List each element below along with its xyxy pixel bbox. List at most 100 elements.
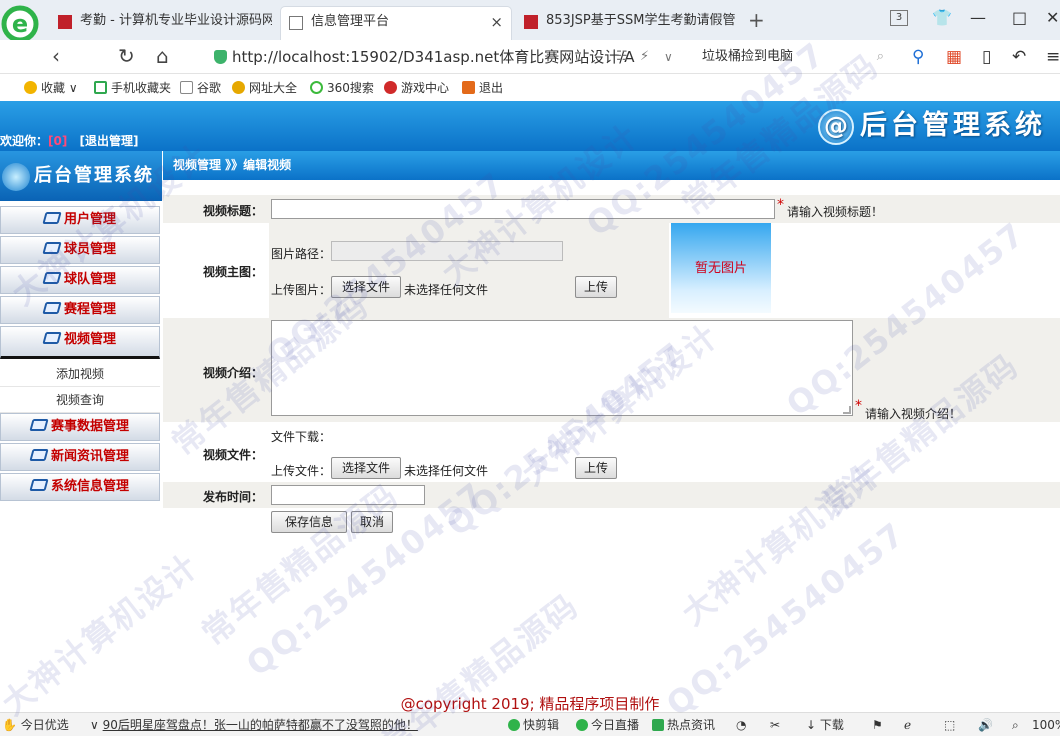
close-window-icon[interactable]: ✕ — [1046, 6, 1059, 30]
bookmark-games[interactable]: 游戏中心 — [384, 80, 449, 96]
search-icon[interactable]: ⌕ — [877, 44, 884, 70]
phone-icon — [94, 81, 107, 94]
browser-small-icon[interactable]: ℯ — [904, 717, 911, 733]
nav-icon — [232, 81, 245, 94]
home-icon[interactable]: ⌂ — [156, 44, 169, 68]
sidebar-subitem-video-query[interactable]: 视频查询 — [0, 387, 160, 413]
cancel-button[interactable]: 取消 — [351, 511, 393, 533]
sidebar-item-teams[interactable]: 球队管理 — [0, 266, 160, 294]
save-button[interactable]: 保存信息 — [271, 511, 347, 533]
monitor-icon — [29, 479, 49, 491]
row-video-title: 视频标题： * 请输入视频标题！ — [163, 195, 1060, 223]
grid-icon[interactable]: ☷ — [616, 46, 628, 68]
apps-icon[interactable]: ▦ — [946, 46, 962, 68]
flag-icon[interactable]: ⚑ — [872, 717, 883, 733]
shirt-icon[interactable]: 👕 — [932, 6, 952, 30]
360-icon — [310, 81, 323, 94]
speaker-icon[interactable]: 🔊 — [978, 717, 993, 733]
bookmark-exit[interactable]: 退出 — [462, 80, 503, 96]
image-path-input[interactable] — [331, 241, 563, 261]
scissors-icon[interactable]: ✂ — [770, 717, 780, 733]
breadcrumb: 视频管理 》》编辑视频 — [163, 151, 1060, 180]
sidebar-item-users[interactable]: 用户管理 — [0, 206, 160, 234]
bookmarks-bar: 收藏 ∨ 手机收藏夹 谷歌 网址大全 360搜索 游戏中心 退出 — [0, 75, 1060, 101]
new-tab-button[interactable]: + — [748, 8, 765, 32]
bookmark-google[interactable]: 谷歌 — [180, 80, 221, 96]
video-intro-textarea[interactable] — [271, 320, 853, 416]
bookmark-360-search[interactable]: 360搜索 — [310, 80, 374, 96]
image-choose-file-button[interactable]: 选择文件 — [331, 276, 401, 298]
minimize-icon[interactable]: — — [970, 6, 986, 30]
monitor-icon — [42, 302, 62, 314]
download-icon: ↓ — [806, 718, 820, 732]
video-title-hint: 请输入视频标题！ — [787, 205, 884, 219]
sidebar-item-match-data[interactable]: 赛事数据管理 — [0, 413, 160, 441]
sidebar-item-system-info[interactable]: 系统信息管理 — [0, 473, 160, 501]
required-mark: * — [777, 197, 784, 213]
image-upload-button[interactable]: 上传 — [575, 276, 617, 298]
required-mark: * — [855, 398, 862, 414]
globe-logo-icon — [2, 163, 30, 191]
monitor-icon — [29, 449, 49, 461]
image-path-label: 图片路径： — [271, 247, 332, 261]
crop-icon[interactable]: ⬚ — [944, 717, 955, 733]
magnifier-icon[interactable]: ⚲ — [912, 46, 924, 68]
search-box[interactable]: 垃圾桶捡到电脑 ⌕ — [694, 44, 894, 70]
bookmark-mobile[interactable]: 手机收藏夹 — [94, 80, 171, 96]
status-news-ticker[interactable]: ∨ 90后明星座驾盘点！张一山的帕萨特都赢不了没驾照的他！ — [90, 717, 418, 733]
status-recommend[interactable]: ✋ 今日优选 — [2, 717, 69, 733]
bookmark-nav[interactable]: 网址大全 — [232, 80, 297, 96]
zoom-level[interactable]: 100% — [1032, 717, 1060, 733]
publish-time-input[interactable] — [271, 485, 425, 505]
zoom-icon[interactable]: ⌕ — [1012, 717, 1019, 733]
browser-status-bar: ✋ 今日优选 ∨ 90后明星座驾盘点！张一山的帕萨特都赢不了没驾照的他！ 快剪辑… — [0, 712, 1060, 736]
image-no-file-text: 未选择任何文件 — [404, 283, 489, 297]
maximize-icon[interactable]: □ — [1012, 6, 1027, 30]
tab-info-platform[interactable]: 信息管理平台 × — [280, 6, 512, 40]
play-icon — [576, 719, 588, 731]
file-upload-button[interactable]: 上传 — [575, 457, 617, 479]
status-download[interactable]: ↓ 下载 — [806, 717, 844, 733]
svg-text:e: e — [12, 10, 28, 38]
tablet-icon[interactable]: ▯ — [982, 46, 991, 68]
tab-close-icon[interactable]: × — [490, 7, 503, 37]
star-icon — [24, 81, 37, 94]
monitor-icon — [42, 212, 62, 224]
monitor-icon — [42, 242, 62, 254]
tab-kaoqin[interactable]: 考勤 - 计算机专业毕业设计源码网 — [50, 6, 272, 40]
sidebar-subitem-add-video[interactable]: 添加视频 — [0, 361, 160, 387]
sidebar-item-news[interactable]: 新闻资讯管理 — [0, 443, 160, 471]
sidebar-item-videos[interactable]: 视频管理 — [0, 326, 160, 359]
tab-title: 信息管理平台 — [311, 14, 390, 29]
site-favicon-icon — [58, 15, 72, 29]
logout-link[interactable]: [退出管理] — [80, 134, 139, 148]
menu-icon[interactable]: ≡ — [1046, 46, 1060, 68]
status-hot-news[interactable]: 热点资讯 — [652, 717, 715, 733]
speed-icon[interactable]: ◔ — [736, 717, 746, 733]
file-choose-file-button[interactable]: 选择文件 — [331, 457, 401, 479]
status-quick-edit[interactable]: 快剪辑 — [508, 717, 559, 733]
bookmark-favorites[interactable]: 收藏 ∨ — [24, 80, 78, 96]
thumb-icon: ✋ — [2, 718, 21, 732]
sidebar-item-schedule[interactable]: 赛程管理 — [0, 296, 160, 324]
status-live[interactable]: 今日直播 — [576, 717, 639, 733]
chevron-down-icon[interactable]: ∨ — [664, 46, 673, 68]
video-file-label: 视频文件： — [202, 448, 263, 462]
exit-icon — [462, 81, 475, 94]
video-title-input[interactable] — [271, 199, 775, 219]
lightning-icon[interactable]: ⚡ — [640, 46, 649, 68]
sidebar-title: 后台管理系统 — [0, 151, 162, 201]
sidebar-item-players[interactable]: 球员管理 — [0, 236, 160, 264]
tab-count-badge[interactable]: 3 — [890, 10, 908, 26]
monitor-icon — [42, 272, 62, 284]
undo-icon[interactable]: ↶ — [1012, 46, 1026, 68]
tab-853jsp[interactable]: 853JSP基于SSM学生考勤请假管 — [516, 6, 742, 40]
back-icon[interactable]: ‹ — [52, 44, 60, 68]
reload-icon[interactable]: ↻ — [118, 44, 135, 68]
search-text: 垃圾桶捡到电脑 — [702, 49, 794, 64]
tab-title: 853JSP基于SSM学生考勤请假管 — [546, 13, 736, 28]
welcome-bar: 欢迎你：[0] [退出管理] — [0, 131, 1060, 151]
browser-nav-bar: ‹ ↻ ⌂ http://localhost:15902/D341asp.net… — [0, 40, 1060, 74]
resize-grip-icon[interactable] — [843, 406, 851, 414]
monitor-icon — [42, 332, 62, 344]
